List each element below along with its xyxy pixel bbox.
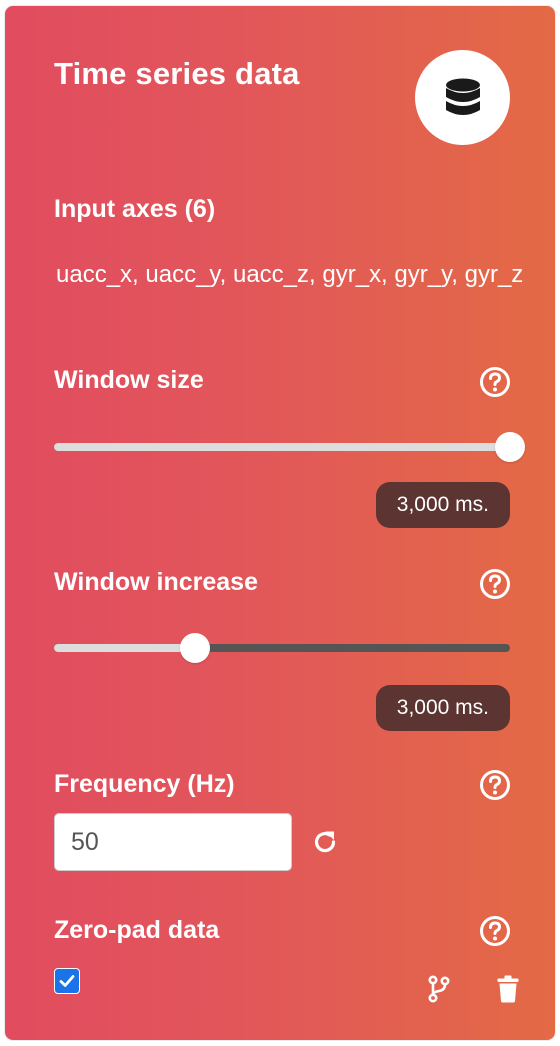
input-axes-label: Input axes (6) bbox=[54, 195, 216, 223]
zero-pad-help-icon[interactable] bbox=[479, 915, 511, 947]
card-title: Time series data bbox=[54, 56, 300, 91]
window-size-slider-thumb[interactable] bbox=[495, 432, 525, 462]
branch-button[interactable] bbox=[426, 974, 452, 1004]
delete-button[interactable] bbox=[495, 974, 521, 1004]
window-increase-label: Window increase bbox=[54, 568, 258, 596]
window-increase-help-icon[interactable] bbox=[479, 568, 511, 600]
window-increase-slider-fill bbox=[54, 644, 196, 652]
database-icon bbox=[445, 78, 480, 115]
window-size-label: Window size bbox=[54, 366, 204, 394]
window-increase-slider[interactable] bbox=[54, 633, 510, 663]
trash-icon bbox=[497, 975, 519, 1003]
window-size-slider[interactable] bbox=[54, 432, 525, 462]
window-increase-slider-thumb[interactable] bbox=[180, 633, 211, 663]
checkmark-icon bbox=[59, 975, 75, 987]
zero-pad-checkbox[interactable] bbox=[54, 968, 80, 994]
redo-icon[interactable] bbox=[311, 828, 339, 856]
frequency-label: Frequency (Hz) bbox=[54, 770, 235, 798]
zero-pad-label: Zero-pad data bbox=[54, 916, 220, 944]
frequency-help-icon[interactable] bbox=[479, 769, 511, 801]
database-badge bbox=[415, 50, 510, 145]
frequency-input[interactable] bbox=[54, 813, 292, 871]
input-axes-value: uacc_x, uacc_y, uacc_z, gyr_x, gyr_y, gy… bbox=[56, 261, 524, 288]
time-series-card: Time series data Input axes (6) uacc_x, … bbox=[5, 6, 555, 1040]
window-size-value-badge: 3,000 ms. bbox=[375, 482, 510, 528]
window-size-help-icon[interactable] bbox=[479, 366, 511, 398]
code-branch-icon bbox=[428, 975, 450, 1003]
window-increase-value-badge: 3,000 ms. bbox=[375, 685, 510, 731]
window-size-slider-fill bbox=[54, 443, 510, 451]
